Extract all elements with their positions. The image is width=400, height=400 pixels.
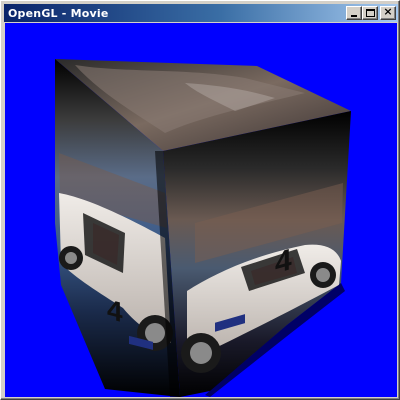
minimize-button[interactable]: [346, 6, 362, 20]
title-bar[interactable]: OpenGL - Movie ×: [4, 4, 398, 22]
app-window: OpenGL - Movie × 4 4: [0, 0, 400, 400]
close-icon: ×: [383, 5, 393, 18]
maximize-button[interactable]: [362, 6, 378, 20]
car-number-left: 4: [107, 294, 123, 329]
cube-scene: 4 4: [55, 59, 351, 397]
car-number-right: 4: [275, 242, 292, 280]
window-title: OpenGL - Movie: [8, 6, 109, 20]
caption-buttons: ×: [346, 5, 396, 20]
minimize-icon: [351, 15, 357, 17]
close-button[interactable]: ×: [380, 5, 396, 20]
opengl-viewport[interactable]: 4 4: [5, 23, 397, 397]
maximize-icon: [366, 9, 375, 17]
